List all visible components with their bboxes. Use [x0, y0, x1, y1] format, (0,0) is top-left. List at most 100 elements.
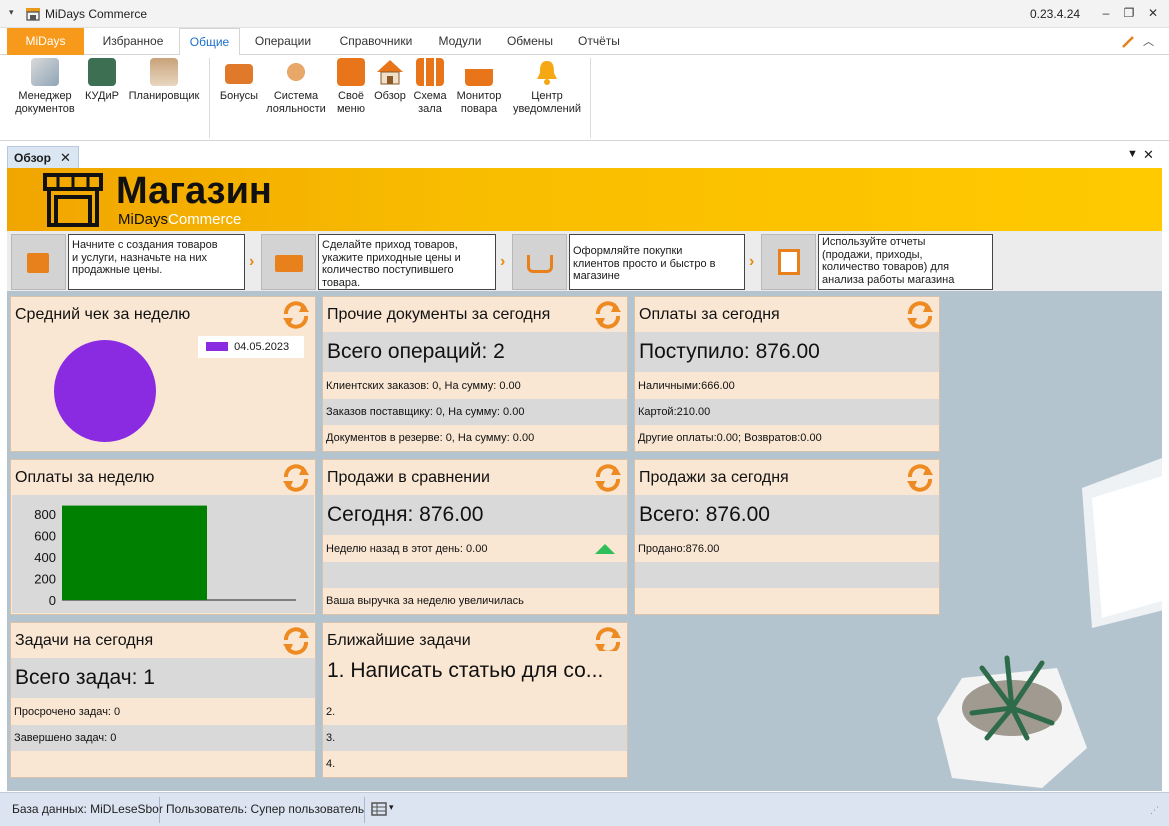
- banner-sub-commerce: Commerce: [168, 211, 242, 228]
- task-item[interactable]: 3.: [323, 725, 627, 751]
- resize-grip-icon[interactable]: ⋰: [1150, 805, 1159, 816]
- tab-list-dropdown-icon[interactable]: ▼: [1127, 148, 1138, 160]
- widget-other-documents: Прочие документы за сегодня Всего операц…: [322, 296, 628, 452]
- tab-midays[interactable]: MiDays: [7, 28, 84, 55]
- step-text-line: (продажи, приходы,: [822, 248, 923, 261]
- trend-up-icon: [595, 544, 615, 554]
- refresh-icon[interactable]: [593, 463, 623, 493]
- pot-icon: [465, 58, 493, 86]
- chevron-right-icon: ›: [249, 253, 255, 270]
- legend-swatch: [206, 342, 228, 351]
- table-dropdown-icon[interactable]: ▾: [389, 802, 394, 813]
- table-icon[interactable]: [371, 802, 387, 816]
- step-text-line: продажные цены.: [72, 264, 163, 276]
- own-menu-label-2: меню: [336, 103, 365, 115]
- status-separator: [159, 797, 160, 823]
- refresh-icon[interactable]: [593, 300, 623, 330]
- tab-references[interactable]: Справочники: [330, 28, 422, 55]
- people-icon: [282, 58, 310, 86]
- restore-button[interactable]: ❐: [1122, 6, 1136, 20]
- tab-exchanges[interactable]: Обмены: [500, 28, 560, 55]
- step-sales-button[interactable]: [512, 234, 567, 290]
- step-text-line: товара.: [322, 276, 361, 289]
- notifications-button[interactable]: Центр уведомлений: [509, 58, 585, 116]
- banner-sub-midays: MiDays: [118, 211, 169, 228]
- own-menu-label-1: Своё: [338, 90, 364, 102]
- widget-row: Документов в резерве: 0, На сумму: 0.00: [326, 432, 535, 444]
- monitor-label-1: Монитор: [456, 90, 502, 102]
- minimize-button[interactable]: –: [1099, 6, 1113, 20]
- step-products-button[interactable]: [11, 234, 66, 290]
- banner-subtitle: MiDaysCommerce: [118, 211, 241, 228]
- report-icon: [778, 249, 800, 275]
- chevron-right-icon: ›: [500, 253, 506, 270]
- refresh-icon[interactable]: [281, 463, 311, 493]
- refresh-icon[interactable]: [281, 626, 311, 656]
- bonuses-button[interactable]: Бонусы: [215, 58, 263, 103]
- task-item[interactable]: 4.: [323, 751, 627, 777]
- own-menu-button[interactable]: Своё меню: [333, 58, 369, 116]
- widget-title: Задачи на сегодня: [15, 632, 154, 649]
- app-version: 0.23.4.24: [1030, 7, 1081, 21]
- legend-label: 04.05.2023: [234, 341, 290, 353]
- calendar-icon: [150, 58, 178, 86]
- doc-tab-overview[interactable]: Обзор ✕: [7, 146, 79, 169]
- tab-operations[interactable]: Операции: [247, 28, 319, 55]
- overview-button[interactable]: Обзор: [371, 58, 409, 103]
- tab-reports[interactable]: Отчёты: [570, 28, 628, 55]
- truck-icon: [275, 255, 303, 272]
- basket-icon: [527, 255, 553, 273]
- decor-paper: [1082, 458, 1162, 628]
- bell-icon: [537, 61, 557, 85]
- widget-title: Средний чек за неделю: [15, 306, 191, 323]
- close-window-button[interactable]: ✕: [1146, 6, 1160, 20]
- tab-modules[interactable]: Модули: [430, 28, 490, 55]
- box-icon: [27, 253, 49, 273]
- house-icon: [377, 60, 403, 85]
- planner-button[interactable]: Планировщик: [124, 58, 204, 103]
- close-tab-icon[interactable]: ✕: [60, 147, 71, 169]
- step-receipt-text: Сделайте приход товаров, укажите приходн…: [318, 234, 496, 290]
- monitor-label-2: повара: [460, 103, 498, 115]
- widget-row: Завершено задач: 0: [11, 725, 315, 751]
- tab-favorites[interactable]: Избранное: [92, 28, 174, 55]
- step-receipt-button[interactable]: [261, 234, 316, 290]
- step-text-line: магазине: [573, 270, 620, 282]
- refresh-icon[interactable]: [281, 300, 311, 330]
- collapse-ribbon-icon[interactable]: ︿: [1143, 33, 1154, 49]
- step-reports-button[interactable]: [761, 234, 816, 290]
- quick-access-dropdown-icon[interactable]: ▾: [9, 7, 14, 18]
- pie-chart: [54, 340, 156, 442]
- y-tick-label: 200: [34, 571, 56, 586]
- widget-sales-today: Продажи за сегодня Всего: 876.00 Продано…: [634, 459, 940, 615]
- widget-total: Поступило: 876.00: [635, 332, 939, 372]
- refresh-icon[interactable]: [905, 300, 935, 330]
- doc-manager-button[interactable]: Менеджер документов: [10, 58, 80, 116]
- decor-plant: [937, 655, 1087, 788]
- loyalty-button[interactable]: Система лояльности: [263, 58, 329, 116]
- step-text-line: Начните с создания товаров: [72, 239, 218, 251]
- step-text-line: количество товаров) для: [822, 261, 950, 273]
- grid-icon: [416, 58, 444, 86]
- task-item[interactable]: 2.: [323, 699, 627, 725]
- widget-title: Прочие документы за сегодня: [327, 306, 551, 323]
- close-document-icon[interactable]: ✕: [1143, 147, 1154, 163]
- bonuses-label: Бонусы: [219, 90, 259, 102]
- cook-monitor-button[interactable]: Монитор повара: [451, 58, 507, 116]
- widget-row: Ваша выручка за неделю увеличилась: [326, 595, 524, 607]
- kudir-button[interactable]: КУДиР: [82, 58, 122, 103]
- refresh-icon[interactable]: [905, 463, 935, 493]
- step-sales-text: Оформляйте покупки клиентов просто и быс…: [569, 234, 745, 290]
- y-tick-label: 0: [49, 593, 56, 608]
- task-item[interactable]: 1. Написать статью для со...: [323, 651, 627, 691]
- step-text-line: количество поступившего: [322, 264, 454, 276]
- bar: [62, 505, 207, 600]
- widget-total: Всего: 876.00: [635, 495, 939, 535]
- widget-row: Заказов поставщику: 0, На сумму: 0.00: [323, 399, 627, 425]
- tab-general[interactable]: Общие: [179, 28, 240, 56]
- hall-scheme-button[interactable]: Схема зала: [412, 58, 448, 116]
- widget-payments-today: Оплаты за сегодня Поступило: 876.00 Нали…: [634, 296, 940, 452]
- bar-chart: 800 600 400 200 0: [34, 505, 296, 608]
- pen-icon[interactable]: [1121, 35, 1135, 49]
- card-icon: [225, 64, 253, 84]
